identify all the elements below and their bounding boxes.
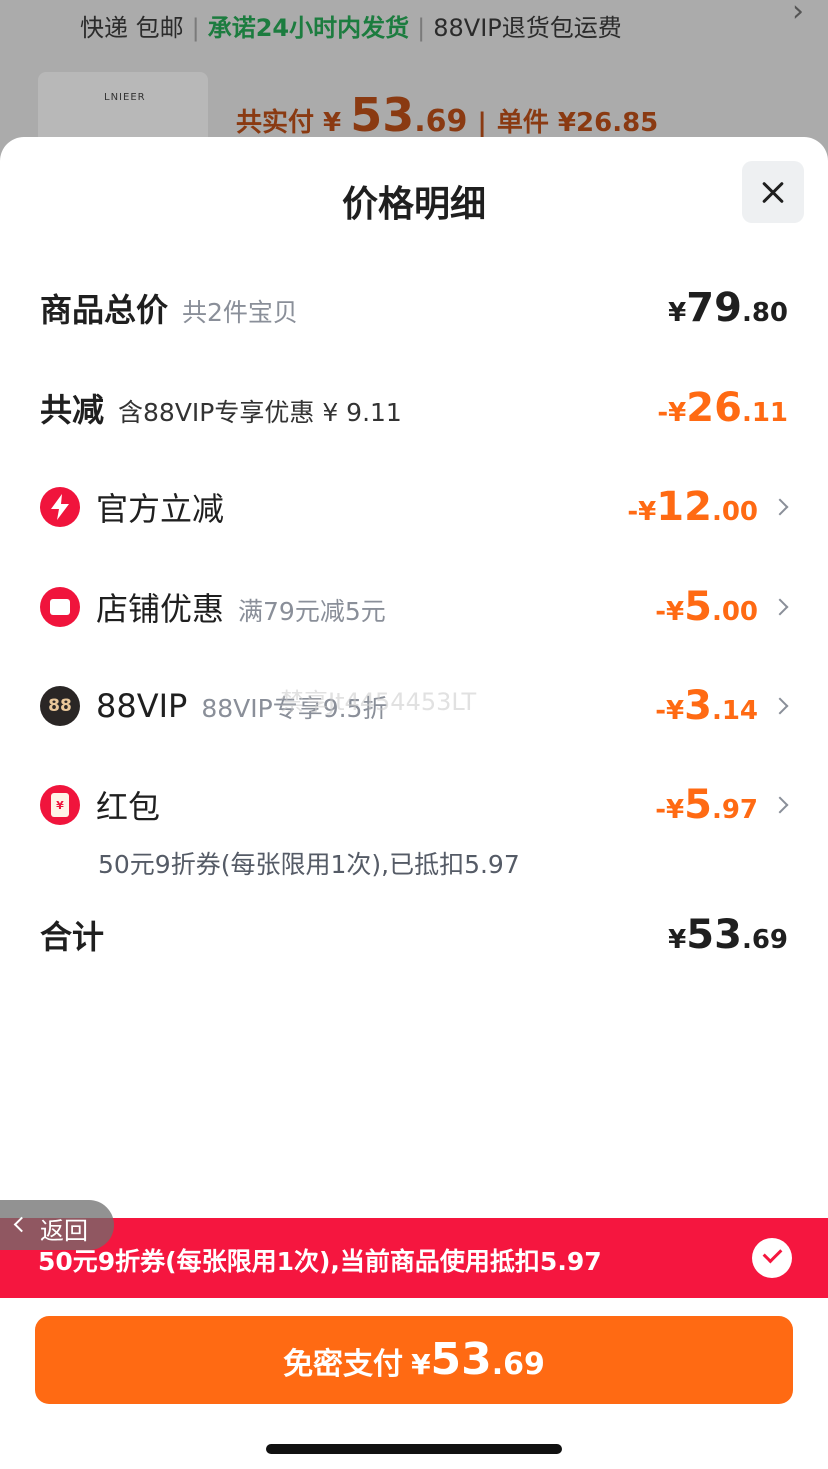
shop-discount-amount: -¥5.00 — [655, 584, 758, 630]
row-label: 店铺优惠 — [96, 590, 225, 628]
row-label: 红包 — [96, 788, 161, 826]
row-label: 88VIP — [96, 687, 188, 725]
row-label: 商品总价 — [40, 291, 169, 329]
chevron-right-icon — [771, 697, 789, 715]
home-indicator — [266, 1444, 562, 1454]
row-label: 合计 — [40, 918, 105, 956]
total-pay-summary: 共实付 ¥ 53.69 | 单件 ¥26.85 — [236, 88, 659, 142]
row-official-discount[interactable]: 官方立减 -¥12.00 — [40, 477, 789, 537]
chevron-right-icon — [771, 598, 789, 616]
88vip-discount-amount: -¥3.14 — [655, 683, 758, 729]
lightning-icon — [40, 487, 80, 527]
row-total-reduction: 共减 含88VIP专享优惠 ¥ 9.11 -¥26.11 — [40, 378, 788, 438]
chevron-right-icon — [771, 796, 789, 814]
shop-icon — [40, 587, 80, 627]
pay-button[interactable]: 免密支付 ¥53.69 — [35, 1316, 793, 1404]
row-shop-discount[interactable]: 店铺优惠 满79元减5元 -¥5.00 — [40, 577, 789, 637]
goods-total-amount: ¥79.80 — [668, 285, 788, 331]
row-red-packet[interactable]: ¥ 红包 -¥5.97 — [40, 775, 789, 835]
sheet-title: 价格明细 — [341, 184, 486, 225]
chevron-left-icon — [13, 1216, 30, 1233]
official-discount-amount: -¥12.00 — [627, 484, 758, 530]
chevron-right-icon — [771, 498, 789, 516]
row-goods-total: 商品总价 共2件宝贝 ¥79.80 — [40, 278, 788, 338]
back-label: 返回 — [40, 1217, 88, 1245]
red-packet-amount: -¥5.97 — [655, 782, 758, 828]
red-packet-icon: ¥ — [40, 785, 80, 825]
sum-amount: ¥53.69 — [668, 912, 788, 958]
thumbnail-brand: LNIEER — [104, 92, 146, 103]
total-reduction-amount: -¥26.11 — [657, 385, 788, 431]
row-label: 官方立减 — [96, 490, 225, 528]
row-label: 共减 — [40, 391, 105, 429]
watermark: 禁享Jt4454453LT — [280, 688, 477, 716]
row-sub: 满79元减5元 — [238, 597, 386, 626]
row-sub: 共2件宝贝 — [182, 298, 298, 327]
back-button[interactable]: 返回 — [0, 1200, 114, 1250]
88vip-icon: 88 — [40, 686, 80, 726]
delivery-info: 快递 包邮 | 承诺24小时内发货 | 88VIP退货包运费 — [80, 14, 622, 42]
row-sum: 合计 ¥53.69 — [40, 905, 788, 965]
check-icon[interactable] — [752, 1238, 792, 1278]
red-packet-note: 50元9折券(每张限用1次),已抵扣5.97 — [98, 850, 520, 879]
coupon-banner[interactable]: 50元9折券(每张限用1次),当前商品使用抵扣5.97 — [0, 1218, 828, 1298]
coupon-banner-text: 50元9折券(每张限用1次),当前商品使用抵扣5.97 — [38, 1247, 602, 1276]
chevron-right-icon: › — [792, 0, 804, 29]
close-icon[interactable] — [742, 161, 804, 223]
row-sub: 含88VIP专享优惠 ¥ 9.11 — [118, 398, 402, 427]
